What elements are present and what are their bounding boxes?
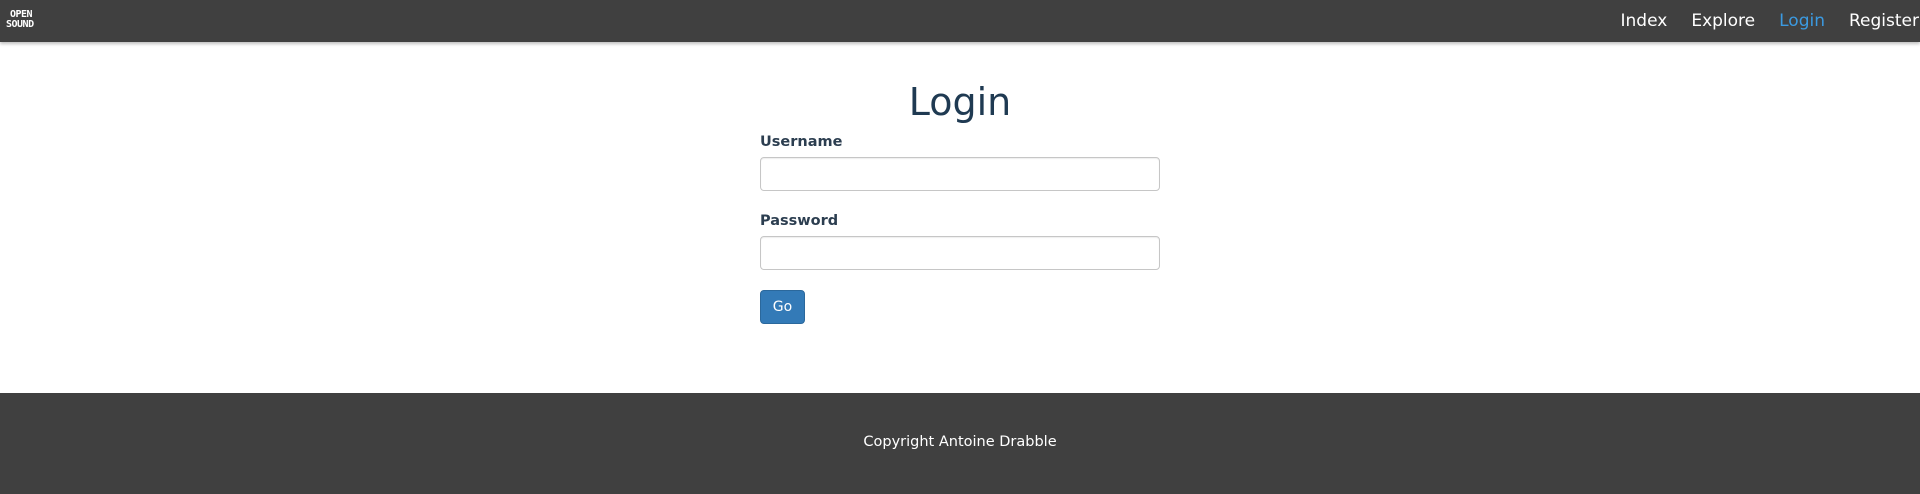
- page-title: Login: [908, 80, 1012, 124]
- nav-link-register[interactable]: Register: [1837, 0, 1920, 42]
- go-button[interactable]: Go: [760, 290, 805, 324]
- username-input[interactable]: [760, 157, 1160, 191]
- nav-links: Index Explore Login Register: [1609, 0, 1920, 42]
- brand-line-2: SOUND: [6, 19, 34, 30]
- footer: Copyright Antoine Drabble: [0, 393, 1920, 494]
- username-label: Username: [760, 134, 843, 150]
- top-navbar: OPEN SOUND Index Explore Login Register: [0, 0, 1920, 42]
- password-input[interactable]: [760, 236, 1160, 270]
- footer-copyright: Copyright Antoine Drabble: [863, 434, 1057, 450]
- nav-link-explore[interactable]: Explore: [1679, 0, 1767, 42]
- password-label: Password: [760, 213, 839, 229]
- brand-logo[interactable]: OPEN SOUND: [6, 8, 46, 32]
- nav-link-login[interactable]: Login: [1767, 0, 1837, 42]
- main-content: Login Username Password Go: [0, 42, 1920, 393]
- nav-link-index[interactable]: Index: [1609, 0, 1680, 42]
